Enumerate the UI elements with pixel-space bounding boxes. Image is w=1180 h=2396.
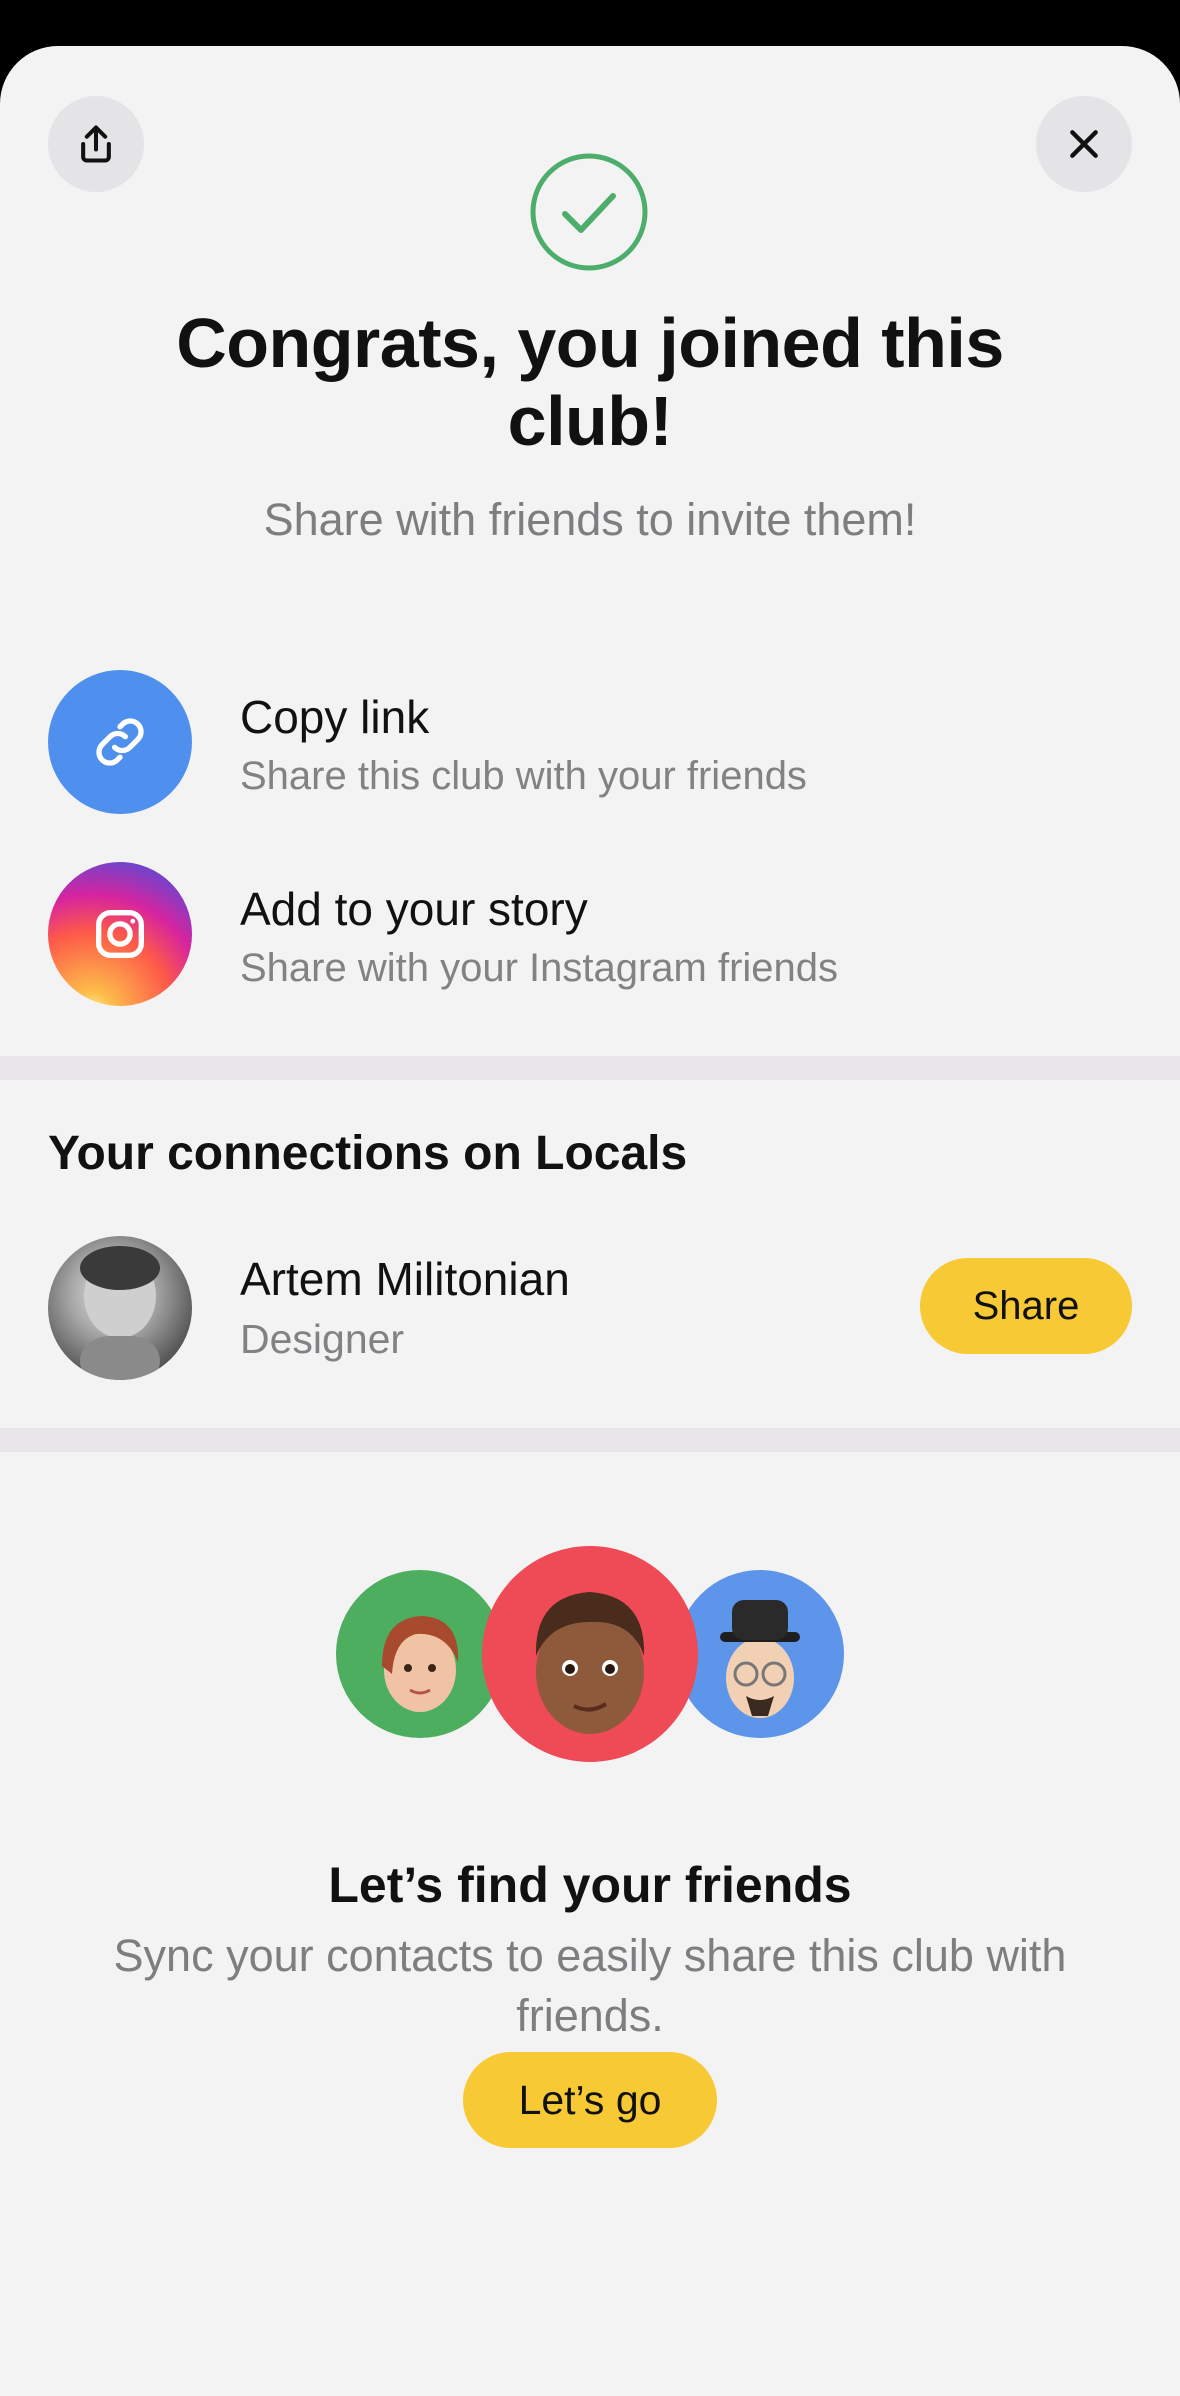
- close-button[interactable]: [1036, 96, 1132, 192]
- instagram-story-subtitle: Share with your Instagram friends: [240, 946, 839, 990]
- copy-link-title: Copy link: [240, 691, 430, 743]
- page-title: Congrats, you joined this club!: [176, 304, 1004, 460]
- lets-go-button[interactable]: Let’s go: [463, 2052, 717, 2148]
- instagram-icon-circle: [48, 862, 192, 1006]
- link-icon: [96, 718, 144, 766]
- connections-heading: Your connections on Locals: [48, 1127, 688, 1180]
- copy-link-row[interactable]: Copy link Share this club with your frie…: [0, 670, 1180, 840]
- close-icon: [1070, 130, 1098, 158]
- avatar-photo: [80, 1246, 160, 1380]
- instagram-story-row[interactable]: Add to your story Share with your Instag…: [0, 862, 1180, 1032]
- share-button[interactable]: [48, 96, 144, 192]
- section-divider: [0, 1056, 1180, 1080]
- checkmark-circle-icon: [530, 153, 648, 271]
- avatar: [48, 1236, 192, 1380]
- section-divider: [0, 1428, 1180, 1452]
- share-connection-button[interactable]: Share: [920, 1258, 1132, 1354]
- find-friends-subtitle: Sync your contacts to easily share this …: [113, 1930, 1067, 2041]
- share-sheet: Congrats, you joined this club! Share wi…: [0, 46, 1180, 2396]
- copy-link-icon-circle: [48, 670, 192, 814]
- connection-role: Designer: [240, 1316, 405, 1362]
- memoji-avatar-green: [336, 1570, 504, 1738]
- memoji-avatar-blue: [676, 1570, 844, 1738]
- find-friends-title: Let’s find your friends: [328, 1857, 852, 1913]
- connection-name: Artem Militonian: [240, 1253, 570, 1305]
- instagram-icon: [96, 910, 144, 958]
- instagram-story-title: Add to your story: [240, 883, 588, 935]
- page-subtitle: Share with friends to invite them!: [263, 494, 917, 545]
- share-upload-icon: [81, 125, 111, 163]
- memoji-avatar-red: [482, 1546, 698, 1762]
- copy-link-subtitle: Share this club with your friends: [240, 754, 807, 798]
